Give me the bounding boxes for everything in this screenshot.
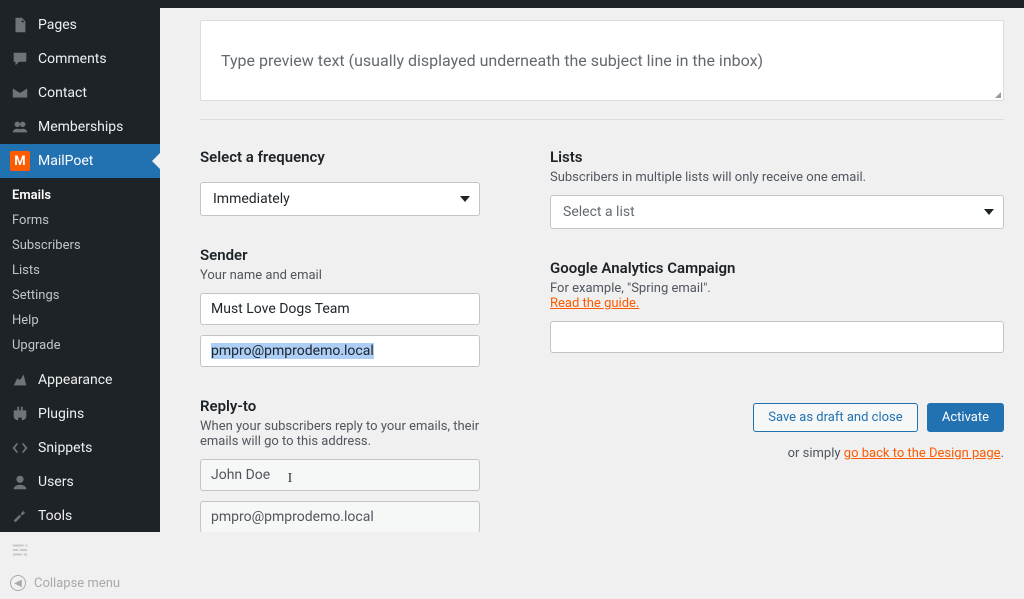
snippets-icon [10,438,30,458]
submenu-item-subscribers[interactable]: Subscribers [0,233,160,258]
sidebar-item-contact[interactable]: Contact [0,76,160,110]
admin-sidebar: Pages Comments Contact Memberships M Mai… [0,8,160,532]
sidebar-item-snippets[interactable]: Snippets [0,431,160,465]
memberships-icon [10,117,30,137]
analytics-input[interactable] [550,321,1004,353]
save-draft-button[interactable]: Save as draft and close [753,403,917,432]
submenu-item-lists[interactable]: Lists [0,258,160,283]
sidebar-item-label: Memberships [38,119,123,135]
sidebar-item-comments[interactable]: Comments [0,42,160,76]
sidebar-item-label: Contact [38,85,87,101]
mailpoet-icon: M [10,151,30,171]
collapse-menu[interactable]: ◀ Collapse menu [0,567,160,599]
sidebar-item-plugins[interactable]: Plugins [0,397,160,431]
submenu-item-settings[interactable]: Settings [0,283,160,308]
sender-title: Sender [200,246,480,264]
collapse-label: Collapse menu [34,576,120,591]
sidebar-item-pages[interactable]: Pages [0,8,160,42]
activate-button[interactable]: Activate [927,403,1004,432]
sender-name-input[interactable]: Must Love Dogs Team [200,293,480,325]
replyto-name-input[interactable]: John Doe [200,459,480,491]
submenu-item-upgrade[interactable]: Upgrade [0,333,160,358]
sidebar-item-label: Plugins [38,406,84,422]
submenu-item-forms[interactable]: Forms [0,208,160,233]
sidebar-item-label: Snippets [38,440,92,456]
action-text: or simply go back to the Design page. [550,446,1004,461]
lists-select[interactable]: Select a list [550,195,1004,229]
sender-email-input[interactable]: pmpro@pmprodemo.local [200,335,480,367]
settings-icon [10,540,30,560]
sidebar-item-tools[interactable]: Tools [0,499,160,533]
text-cursor-icon [288,470,296,486]
frequency-title: Select a frequency [200,148,480,166]
replyto-email-input[interactable]: pmpro@pmprodemo.local [200,501,480,532]
selected-text: pmpro@pmprodemo.local [211,343,374,359]
collapse-icon: ◀ [10,575,26,591]
sidebar-item-label: Tools [38,508,72,524]
replyto-desc: When your subscribers reply to your emai… [200,419,480,449]
sidebar-item-label: Appearance [38,372,112,388]
sidebar-item-label: Users [38,474,74,490]
sidebar-item-settings[interactable]: Settings [0,533,160,567]
divider [200,119,1004,120]
sidebar-item-label: Pages [38,17,77,33]
mailpoet-submenu: Emails Forms Subscribers Lists Settings … [0,178,160,363]
contact-icon [10,83,30,103]
back-to-design-link[interactable]: go back to the Design page [844,446,1001,461]
sidebar-item-appearance[interactable]: Appearance [0,363,160,397]
replyto-title: Reply-to [200,397,480,415]
preview-text-input[interactable]: Type preview text (usually displayed und… [200,20,1004,101]
pages-icon [10,15,30,35]
sidebar-item-label: MailPoet [38,153,93,169]
wp-toolbar [0,0,1024,8]
sidebar-item-users[interactable]: Users [0,465,160,499]
submenu-item-emails[interactable]: Emails [0,183,160,208]
lists-title: Lists [550,148,1004,166]
frequency-select[interactable]: Immediately [200,182,480,216]
plugins-icon [10,404,30,424]
main-content: Type preview text (usually displayed und… [160,8,1024,532]
users-icon [10,472,30,492]
appearance-icon [10,370,30,390]
analytics-desc: For example, "Spring email".Read the gui… [550,281,1004,311]
sender-desc: Your name and email [200,268,480,283]
analytics-title: Google Analytics Campaign [550,259,1004,277]
sidebar-item-label: Settings [38,542,89,558]
sidebar-item-mailpoet[interactable]: M MailPoet [0,144,160,178]
sidebar-item-memberships[interactable]: Memberships [0,110,160,144]
lists-desc: Subscribers in multiple lists will only … [550,170,1004,185]
tools-icon [10,506,30,526]
comments-icon [10,49,30,69]
analytics-guide-link[interactable]: Read the guide. [550,296,639,311]
submenu-item-help[interactable]: Help [0,308,160,333]
sidebar-item-label: Comments [38,51,107,67]
actions-container: Save as draft and close Activate or simp… [550,403,1004,461]
